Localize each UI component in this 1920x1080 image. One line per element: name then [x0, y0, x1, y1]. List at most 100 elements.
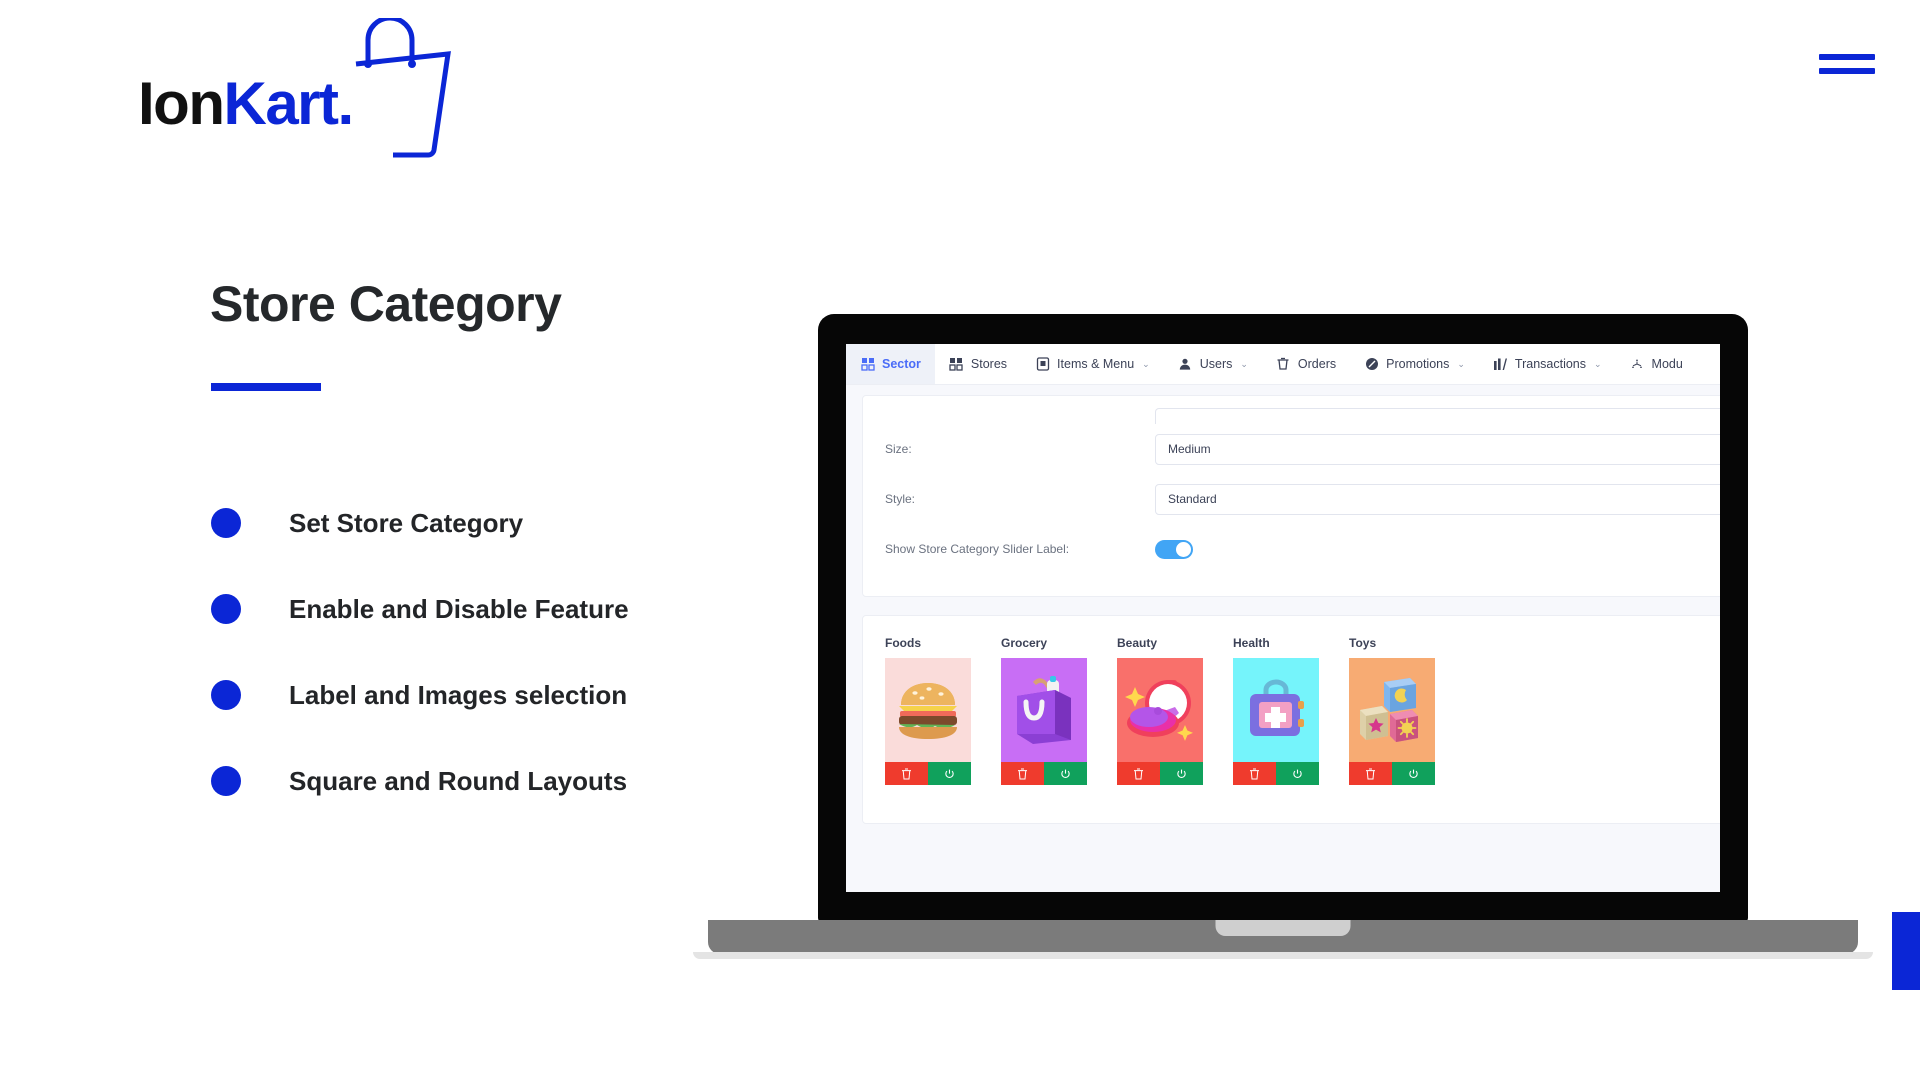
- power-icon: [1293, 769, 1302, 778]
- category-card-grocery: Grocery: [1001, 636, 1087, 785]
- grocery-bag-image: [1001, 658, 1087, 762]
- tab-transactions[interactable]: Transactions ⌄: [1479, 344, 1616, 384]
- chevron-down-icon: ⌄: [1594, 358, 1602, 369]
- toggle-status-button[interactable]: [1276, 762, 1319, 785]
- first-aid-kit-image: [1233, 658, 1319, 762]
- card-actions: [1349, 762, 1435, 785]
- power-icon: [1061, 769, 1070, 778]
- delete-button[interactable]: [1117, 762, 1160, 785]
- hamburger-line-1: [1819, 54, 1875, 60]
- tab-users[interactable]: Users ⌄: [1164, 344, 1262, 384]
- edge-accent-block: [1892, 912, 1920, 990]
- category-cards-panel: Foods Grocery Beauty Health Toys: [862, 615, 1720, 824]
- list-item: Square and Round Layouts: [211, 738, 851, 824]
- brand-name-part2: Kart.: [223, 70, 354, 137]
- power-icon: [1177, 769, 1186, 778]
- chevron-down-icon: ⌄: [1240, 358, 1248, 369]
- laptop-mockup: Sector Stores Items & Menu ⌄ Users ⌄ Ord…: [693, 314, 1873, 959]
- tab-label: Sector: [882, 357, 921, 371]
- form-row-size: Size: Medium: [863, 424, 1720, 474]
- feature-list: Set Store Category Enable and Disable Fe…: [211, 480, 851, 824]
- chevron-down-icon: ⌄: [1142, 358, 1150, 369]
- category-name: Health: [1233, 636, 1270, 650]
- tab-label: Modu: [1651, 357, 1683, 371]
- main-navigation: Sector Stores Items & Menu ⌄ Users ⌄ Ord…: [846, 344, 1720, 385]
- admin-app: Sector Stores Items & Menu ⌄ Users ⌄ Ord…: [846, 344, 1720, 892]
- chevron-down-icon: ⌄: [1457, 358, 1465, 369]
- power-icon: [1409, 769, 1418, 778]
- category-card-foods: Foods: [885, 636, 971, 785]
- delete-button[interactable]: [885, 762, 928, 785]
- card-actions: [1117, 762, 1203, 785]
- bullet-dot-icon: [211, 680, 241, 710]
- show-slider-label-toggle[interactable]: [1155, 539, 1193, 559]
- card-actions: [1233, 762, 1319, 785]
- tab-label: Users: [1199, 357, 1233, 371]
- delete-button[interactable]: [1233, 762, 1276, 785]
- category-card-health: Health: [1233, 636, 1319, 785]
- tab-orders[interactable]: Orders: [1262, 344, 1350, 384]
- feature-label: Set Store Category: [289, 507, 524, 538]
- shopping-bag-icon: [355, 18, 451, 158]
- bullet-dot-icon: [211, 508, 241, 538]
- size-label: Size:: [885, 442, 912, 456]
- bar-chart-icon: [1493, 357, 1508, 372]
- list-item: Label and Images selection: [211, 652, 851, 738]
- tab-stores[interactable]: Stores: [935, 344, 1021, 384]
- toggle-status-button[interactable]: [1044, 762, 1087, 785]
- category-settings-panel: Size: Medium Style: Standard Show Store …: [862, 395, 1720, 597]
- toggle-status-button[interactable]: [928, 762, 971, 785]
- slider-label-text: Show Store Category Slider Label:: [885, 542, 1070, 556]
- user-icon: [1178, 357, 1193, 372]
- laptop-screen: Sector Stores Items & Menu ⌄ Users ⌄ Ord…: [846, 344, 1720, 892]
- form-row-clipped: [863, 402, 1720, 424]
- hamburger-menu-icon[interactable]: [1819, 48, 1875, 80]
- list-item: Enable and Disable Feature: [211, 566, 851, 652]
- brand-logo: IonKart.: [138, 18, 451, 162]
- toggle-status-button[interactable]: [1392, 762, 1435, 785]
- store-grid-icon: [949, 357, 964, 372]
- tab-label: Promotions: [1386, 357, 1450, 371]
- clipped-input[interactable]: [1155, 408, 1720, 424]
- toggle-knob: [1176, 541, 1191, 557]
- tab-modules[interactable]: Modu: [1616, 344, 1697, 384]
- power-icon: [945, 769, 954, 778]
- form-row-style: Style: Standard: [863, 474, 1720, 524]
- trash-icon: [902, 768, 911, 779]
- style-label: Style:: [885, 492, 916, 506]
- category-card-beauty: Beauty: [1117, 636, 1203, 785]
- toy-blocks-image: [1349, 658, 1435, 762]
- tab-promotions[interactable]: Promotions ⌄: [1350, 344, 1479, 384]
- title-accent-rule: [211, 383, 321, 391]
- tab-items-and-menu[interactable]: Items & Menu ⌄: [1021, 344, 1164, 384]
- laptop-shadow: [693, 952, 1873, 959]
- brand-wordmark: IonKart.: [138, 74, 354, 134]
- feature-label: Square and Round Layouts: [289, 765, 628, 796]
- category-name: Toys: [1349, 636, 1377, 650]
- form-row-slider-label: Show Store Category Slider Label:: [863, 524, 1720, 574]
- laptop-base-notch: [1215, 920, 1351, 936]
- toggle-status-button[interactable]: [1160, 762, 1203, 785]
- laptop-lid: Sector Stores Items & Menu ⌄ Users ⌄ Ord…: [818, 314, 1748, 922]
- tab-sector[interactable]: Sector: [846, 344, 935, 384]
- feature-label: Enable and Disable Feature: [289, 593, 629, 624]
- megaphone-icon: [1364, 357, 1379, 372]
- category-name: Foods: [885, 636, 921, 650]
- size-select[interactable]: Medium: [1155, 433, 1720, 465]
- style-select[interactable]: Standard: [1155, 483, 1720, 515]
- hamburger-line-2: [1819, 68, 1875, 74]
- store-grid-icon: [860, 357, 875, 372]
- makeup-mirror-image: [1117, 658, 1203, 762]
- card-actions: [1001, 762, 1087, 785]
- slide-root: IonKart. Store Category Set Store Catego…: [0, 0, 1920, 1080]
- brand-name-part1: Ion: [138, 70, 225, 137]
- card-actions: [885, 762, 971, 785]
- category-card-toys: Toys: [1349, 636, 1435, 785]
- tab-label: Orders: [1297, 357, 1337, 371]
- delete-button[interactable]: [1349, 762, 1392, 785]
- tab-label: Transactions: [1514, 357, 1586, 371]
- delete-button[interactable]: [1001, 762, 1044, 785]
- list-item: Set Store Category: [211, 480, 851, 566]
- bullet-dot-icon: [211, 766, 241, 796]
- modules-icon: [1630, 357, 1645, 372]
